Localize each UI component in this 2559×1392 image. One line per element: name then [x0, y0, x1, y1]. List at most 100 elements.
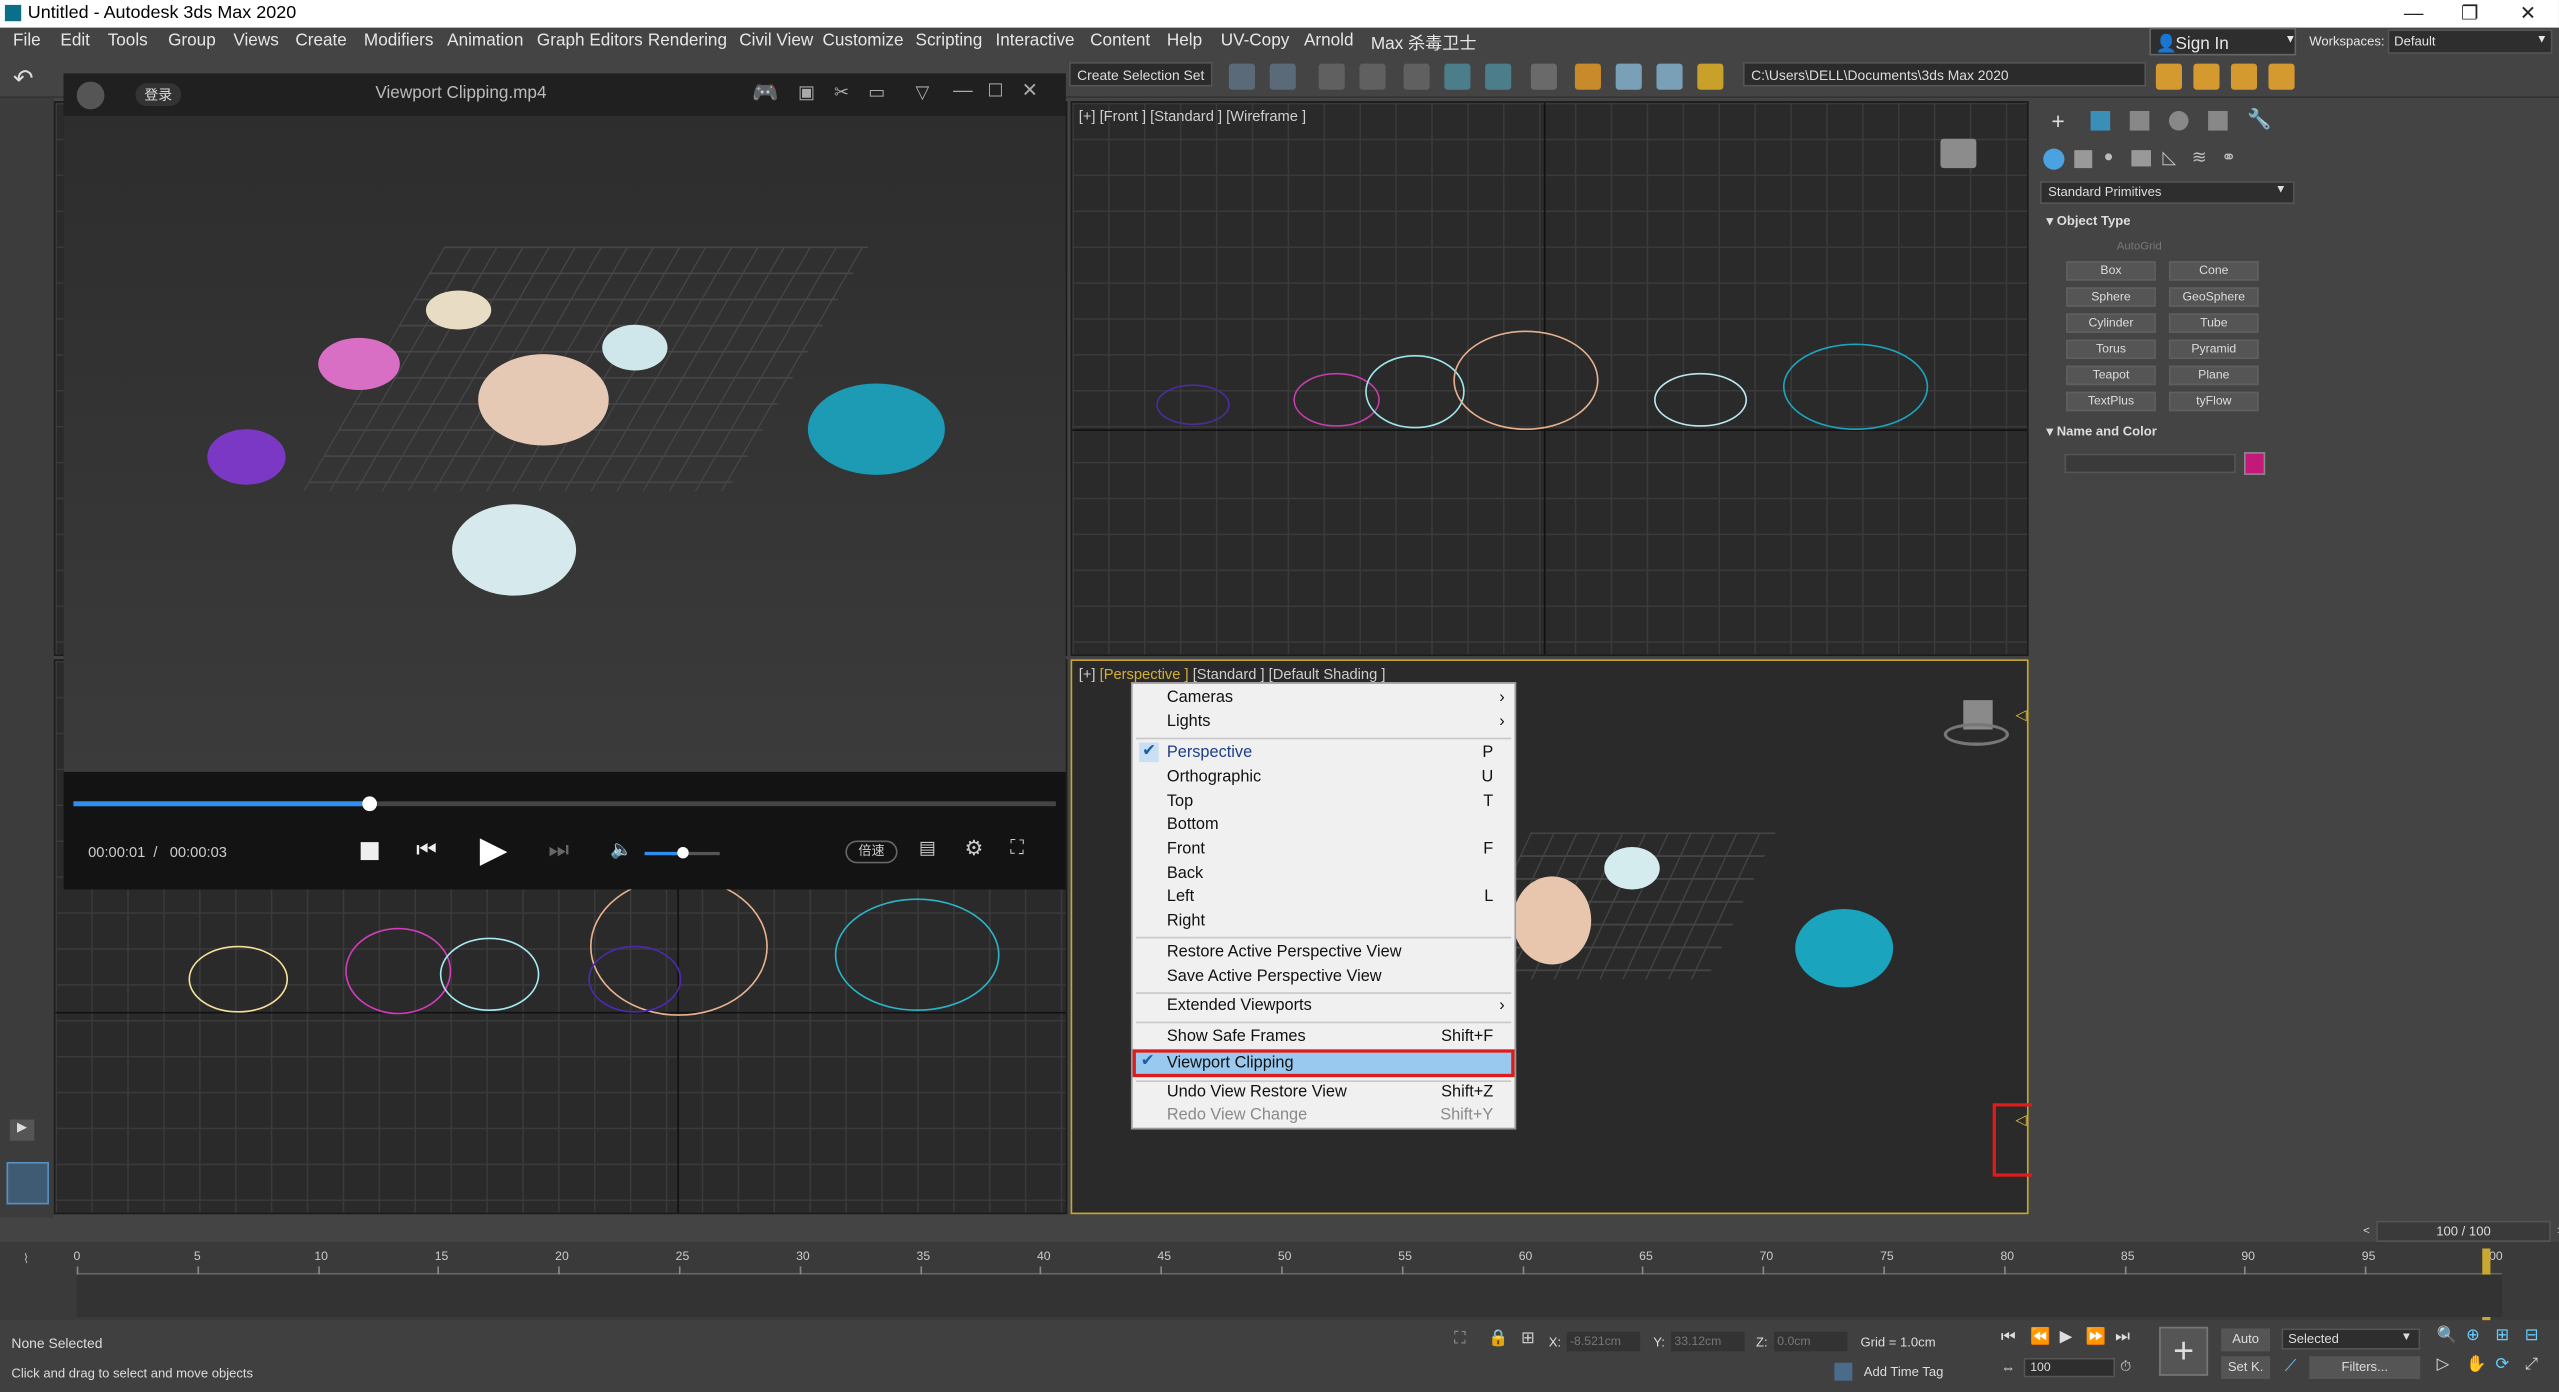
undo-icon[interactable]: ↶: [13, 64, 39, 93]
save-folder-icon[interactable]: [2230, 63, 2258, 90]
menu-item-save-perspective[interactable]: Save Active Perspective View: [1167, 966, 1382, 989]
menu-content[interactable]: Content: [1090, 31, 1150, 51]
folder-icon[interactable]: ▭: [868, 82, 885, 103]
menu-item-orthographic[interactable]: Orthographic: [1167, 767, 1261, 790]
pan-icon[interactable]: ✋: [2466, 1356, 2486, 1374]
orbit-icon[interactable]: ⟳: [2495, 1356, 2509, 1374]
textplus-button[interactable]: TextPlus: [2066, 391, 2156, 412]
display-tab-icon[interactable]: [2208, 110, 2228, 131]
expand-arrow-icon[interactable]: ▶: [9, 1119, 35, 1141]
menu-customize[interactable]: Customize: [823, 31, 904, 51]
menu-item-undo-view-restore[interactable]: Undo View Restore View: [1167, 1082, 1347, 1105]
menu-item-restore-perspective[interactable]: Restore Active Perspective View: [1167, 942, 1402, 965]
curve-editor-icon[interactable]: [1444, 63, 1471, 90]
fullscreen-icon[interactable]: ⛶: [1010, 836, 1024, 860]
viewcube-icon[interactable]: [1940, 138, 1977, 169]
goto-start-icon[interactable]: ⏮: [2001, 1328, 2016, 1346]
object-name-field[interactable]: [2064, 453, 2236, 474]
stop-icon[interactable]: [360, 842, 379, 861]
schematic-view-icon[interactable]: [1485, 63, 1512, 90]
menu-item-show-safe-frames[interactable]: Show Safe Frames: [1167, 1027, 1306, 1050]
menu-item-perspective[interactable]: Perspective: [1167, 743, 1252, 766]
maximize-viewport-icon[interactable]: ⤢: [2525, 1356, 2538, 1374]
menu-tools[interactable]: Tools: [108, 31, 148, 51]
front-viewport[interactable]: [+] [Front ] [Standard ] [Wireframe ]: [1070, 101, 2029, 657]
time-config-icon[interactable]: ⏱: [2120, 1358, 2131, 1376]
menu-item-back[interactable]: Back: [1167, 863, 1203, 886]
key-tangent-icon[interactable]: ⟋: [2285, 1358, 2296, 1376]
render-setup-icon[interactable]: [1574, 63, 1601, 90]
play-icon[interactable]: ▶: [2060, 1328, 2073, 1346]
project-folder-icon[interactable]: [2155, 63, 2182, 90]
menu-item-redo-view-change[interactable]: Redo View Change: [1167, 1105, 1307, 1128]
speed-button[interactable]: 倍速: [845, 840, 898, 864]
menu-item-viewport-clipping[interactable]: ✔ Viewport Clipping: [1132, 1049, 1515, 1078]
zoom-all-icon[interactable]: ⊕: [2466, 1327, 2480, 1345]
systems-icon[interactable]: ⚭: [2221, 147, 2236, 169]
curve-toggle-icon[interactable]: ⌇: [23, 1252, 29, 1267]
workspace-dropdown[interactable]: Default ▼: [2387, 29, 2553, 54]
menu-item-extended-viewports[interactable]: Extended Viewports: [1167, 996, 1312, 1019]
menu-group[interactable]: Group: [168, 31, 216, 51]
clip-top-marker[interactable]: ◁: [2016, 707, 2027, 725]
close-icon[interactable]: ✕: [2520, 2, 2536, 25]
time-slider-prev-icon[interactable]: <: [2363, 1222, 2370, 1240]
goto-end-icon[interactable]: ⏭: [2115, 1328, 2130, 1346]
maximize-icon[interactable]: ☐: [987, 80, 1003, 102]
menu-create[interactable]: Create: [295, 31, 346, 51]
render-production-icon[interactable]: [1656, 63, 1683, 90]
open-folder-icon[interactable]: [2193, 63, 2220, 90]
menu-views[interactable]: Views: [233, 31, 278, 51]
front-viewport-label[interactable]: [+] [Front ] [Standard ] [Wireframe ]: [1079, 108, 1306, 124]
scene-explorer-icon[interactable]: [1318, 63, 1345, 90]
lights-icon[interactable]: ●: [2104, 149, 2114, 167]
menu-rendering[interactable]: Rendering: [648, 31, 727, 51]
settings-icon[interactable]: ⚙: [965, 836, 984, 862]
material-editor-icon[interactable]: [1530, 63, 1557, 90]
cone-button[interactable]: Cone: [2168, 261, 2259, 281]
rendered-frame-icon[interactable]: [1615, 63, 1642, 90]
menu-scripting[interactable]: Scripting: [916, 31, 983, 51]
volume-handle[interactable]: [677, 847, 689, 859]
modify-tab-icon[interactable]: [2090, 110, 2111, 131]
autogrid-checkbox[interactable]: AutoGrid: [2117, 242, 2162, 253]
menu-edit[interactable]: Edit: [60, 31, 90, 51]
cylinder-button[interactable]: Cylinder: [2066, 313, 2156, 333]
timeline-ruler[interactable]: 0 5 10 15 20 25 30 35 40 45 50 55 60 65 70 75 80 85 90 95 10…: [73, 1248, 2503, 1321]
menu-interactive[interactable]: Interactive: [996, 31, 1075, 51]
teapot-button[interactable]: Teapot: [2066, 365, 2156, 386]
screenshot-icon[interactable]: ▣: [798, 82, 815, 103]
fov-icon[interactable]: ▷: [2437, 1356, 2450, 1374]
menu-animation[interactable]: Animation: [447, 31, 523, 51]
volume-track[interactable]: [644, 847, 720, 859]
absolute-mode-icon[interactable]: ⊞: [1521, 1330, 1535, 1348]
isolate-icon[interactable]: ⛶: [1454, 1330, 1465, 1348]
tools-icon[interactable]: ✂: [834, 82, 849, 103]
pin-icon[interactable]: ▽: [916, 82, 930, 103]
cameras-icon[interactable]: [2131, 150, 2151, 167]
track-bar[interactable]: [76, 1274, 2502, 1318]
align-icon[interactable]: [1269, 63, 1296, 90]
login-button[interactable]: 登录: [135, 83, 182, 107]
shapes-icon[interactable]: [2074, 150, 2093, 169]
name-color-rollout-header[interactable]: ▾ Name and Color: [2047, 424, 2157, 439]
menu-item-top[interactable]: Top: [1167, 792, 1193, 815]
prev-frame-icon[interactable]: ⏪: [2030, 1328, 2050, 1346]
y-coordinate-field[interactable]: 33.12cm: [1671, 1331, 1745, 1352]
motion-tab-icon[interactable]: [2168, 110, 2189, 131]
object-color-swatch[interactable]: [2244, 452, 2266, 475]
menu-file[interactable]: File: [13, 31, 41, 51]
key-mode-icon[interactable]: ⇔: [2001, 1359, 2016, 1375]
viewport-shading-menu[interactable]: [Standard ] [Default Shading ]: [1193, 666, 1386, 682]
key-filter-dropdown[interactable]: Selected ▼: [2281, 1328, 2421, 1350]
set-key-button[interactable]: Set K.: [2221, 1356, 2271, 1380]
space-warps-icon[interactable]: ≋: [2192, 147, 2207, 169]
menu-item-front[interactable]: Front: [1167, 839, 1205, 862]
restore-icon[interactable]: ❐: [2461, 2, 2479, 25]
render-iterative-icon[interactable]: [1697, 63, 1724, 90]
sphere-button[interactable]: Sphere: [2066, 287, 2156, 307]
set-key-big-icon[interactable]: +: [2159, 1326, 2209, 1376]
selection-set-dropdown[interactable]: Create Selection Set: [1068, 62, 1213, 87]
menu-item-lights[interactable]: Lights: [1167, 712, 1211, 735]
geosphere-button[interactable]: GeoSphere: [2168, 287, 2259, 307]
